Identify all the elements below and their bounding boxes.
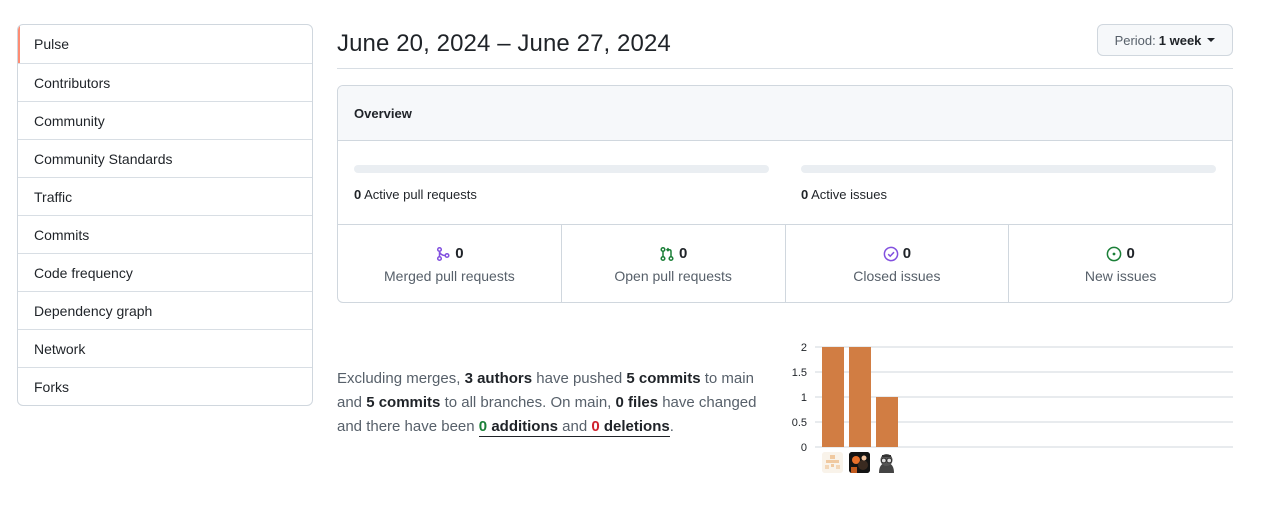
commit-chart-svg: 0 0.5 1 1.5 2 [792, 342, 1233, 454]
issue-closed-icon [883, 246, 899, 261]
sidebar-item-dependency-graph[interactable]: Dependency graph [18, 291, 312, 329]
sidebar-item-label: Community Standards [34, 151, 173, 167]
sidebar-item-label: Network [34, 341, 86, 357]
open-pull-requests-count: 0 [678, 245, 688, 262]
period-value: 1 week [1158, 32, 1202, 48]
active-issues-summary: 0 Active issues [801, 165, 1216, 202]
git-pull-request-icon [660, 246, 674, 261]
additions-count: 0 [478, 418, 488, 435]
sidebar-item-community[interactable]: Community [18, 101, 312, 139]
active-pull-requests-link[interactable]: 0 Active pull requests [354, 187, 769, 202]
sidebar-item-code-frequency[interactable]: Code frequency [18, 253, 312, 291]
code-changes-link[interactable]: 0 additions and 0 deletions [478, 418, 670, 437]
open-pull-requests-stat[interactable]: 0 Open pull requests [560, 225, 785, 302]
sidebar-item-label: Contributors [34, 75, 111, 91]
contributors-commit-chart: 0 0.5 1 1.5 2 [785, 338, 1235, 473]
summary-text-part: have pushed [536, 370, 623, 387]
sidebar-item-contributors[interactable]: Contributors [18, 63, 312, 101]
overview-summary-row: 0 Active pull requests 0 Active issues [338, 141, 1232, 225]
overview-title: Overview [338, 86, 1232, 141]
merged-pull-requests-label: Merged pull requests [384, 268, 515, 284]
header-divider [337, 68, 1233, 69]
sidebar-item-label: Traffic [34, 189, 73, 205]
merged-pull-requests-stat[interactable]: 0 Merged pull requests [338, 225, 561, 302]
sidebar-item-community-standards[interactable]: Community Standards [18, 139, 312, 177]
summary-text-part: to all branches. On main, [444, 394, 612, 411]
overview-stats-row: 0 Merged pull requests 0 Open pull reque… [338, 225, 1232, 302]
sidebar-item-label: Forks [34, 379, 69, 395]
contributor-avatar-1[interactable] [822, 452, 843, 473]
files-changed-count: 0 files [615, 394, 659, 411]
y-tick-label: 1 [801, 392, 807, 404]
period-select-button[interactable]: Period: 1 week [1097, 24, 1233, 56]
page-title: June 20, 2024 – June 27, 2024 [337, 30, 671, 57]
deletions-count: 0 [591, 418, 600, 435]
open-pull-requests-label: Open pull requests [614, 268, 732, 284]
active-issues-link[interactable]: 0 Active issues [801, 187, 1216, 202]
sidebar-item-network[interactable]: Network [18, 329, 312, 367]
git-merge-icon [437, 246, 450, 261]
y-tick-label: 1.5 [792, 367, 807, 379]
commits-all-count: 5 commits [366, 394, 441, 411]
sidebar-item-traffic[interactable]: Traffic [18, 177, 312, 215]
active-issues-bar [801, 165, 1216, 173]
summary-text-part: . [669, 418, 674, 435]
merged-pull-requests-count: 0 [455, 245, 464, 262]
commit-summary-text: Excluding merges, 3 authors have pushed … [337, 367, 782, 439]
sidebar-item-forks[interactable]: Forks [18, 367, 312, 405]
sidebar-item-label: Commits [34, 227, 90, 243]
active-pull-requests-bar [354, 165, 769, 173]
caret-down-icon [1207, 38, 1216, 42]
pulse-sidebar-nav: Pulse Contributors Community Community S… [17, 24, 313, 406]
and-text: and [562, 418, 588, 435]
contributor-avatar-3[interactable] [876, 452, 897, 473]
new-issues-label: New issues [1084, 268, 1157, 284]
sidebar-item-commits[interactable]: Commits [18, 215, 312, 253]
y-tick-label: 0 [801, 442, 807, 453]
deletions-label: deletions [603, 418, 670, 435]
commit-bar-2[interactable] [849, 347, 871, 447]
authors-link[interactable]: 3 authors [465, 370, 533, 387]
period-label: Period: [1114, 32, 1156, 48]
closed-issues-stat[interactable]: 0 Closed issues [784, 225, 1009, 302]
active-pull-requests-count: 0 [354, 187, 362, 202]
closed-issues-count: 0 [902, 245, 912, 262]
sidebar-item-label: Community [34, 113, 105, 129]
issue-opened-icon [1107, 246, 1122, 261]
y-tick-label: 0.5 [792, 417, 807, 429]
summary-text-part: Excluding merges, [337, 370, 461, 387]
active-pull-requests-label: Active pull requests [364, 187, 477, 202]
sidebar-item-label: Dependency graph [34, 303, 153, 319]
new-issues-stat[interactable]: 0 New issues [1008, 225, 1232, 302]
sidebar-item-pulse[interactable]: Pulse [18, 25, 312, 63]
contributor-avatar-2[interactable] [849, 452, 870, 473]
overview-panel: Overview 0 Active pull requests 0 Active… [337, 85, 1233, 303]
active-issues-count: 0 [801, 187, 809, 202]
sidebar-item-label: Code frequency [34, 265, 133, 281]
y-tick-label: 2 [801, 342, 807, 354]
active-pull-requests-summary: 0 Active pull requests [354, 165, 769, 202]
active-issues-label: Active issues [811, 187, 888, 202]
commit-bar-1[interactable] [822, 347, 844, 447]
sidebar-item-label: Pulse [34, 36, 70, 52]
commits-main-count: 5 commits [626, 370, 701, 387]
closed-issues-label: Closed issues [853, 268, 941, 284]
additions-label: additions [491, 418, 558, 435]
commit-bar-3[interactable] [876, 397, 898, 447]
new-issues-count: 0 [1126, 245, 1135, 262]
